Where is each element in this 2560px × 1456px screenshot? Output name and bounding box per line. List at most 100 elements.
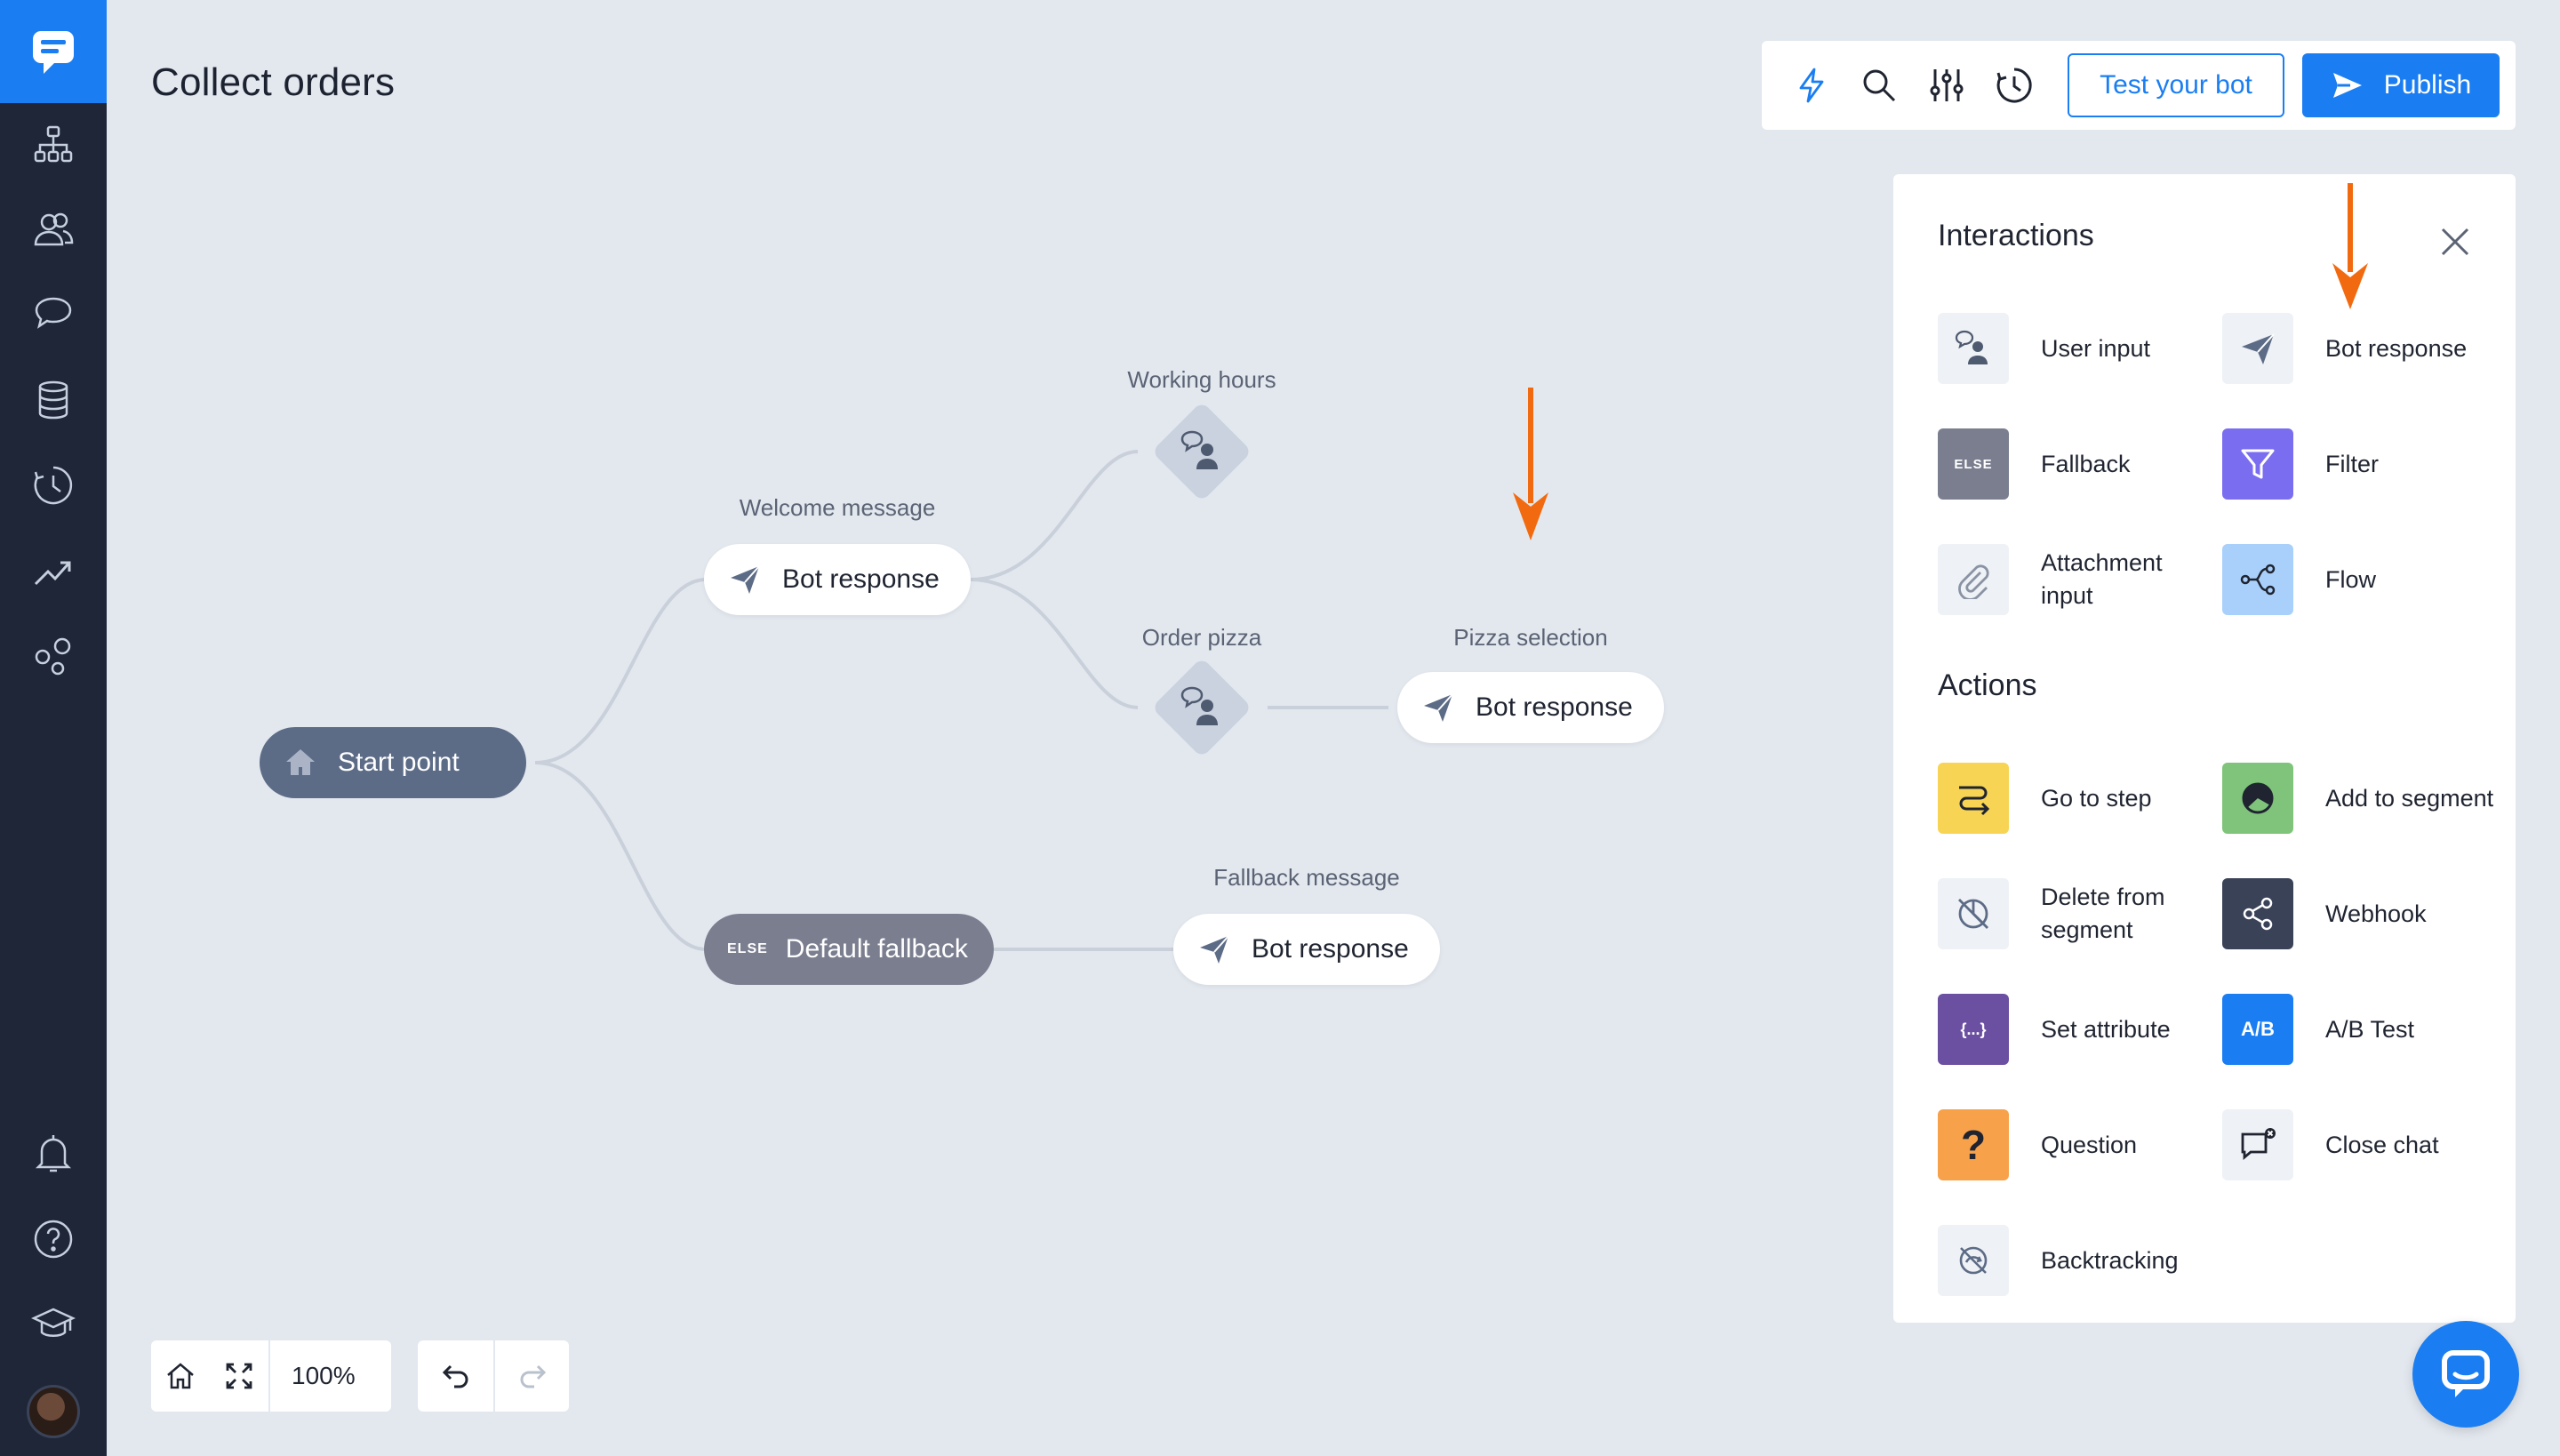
flow-canvas[interactable]: Start point Welcome message Bot response…	[107, 0, 1884, 1456]
avatar[interactable]	[27, 1385, 80, 1438]
flow-label: Flow	[2325, 565, 2377, 593]
backtracking-icon	[1938, 1225, 2009, 1296]
zoom-level[interactable]: 100%	[268, 1340, 377, 1412]
send-icon	[727, 562, 763, 597]
stories-icon[interactable]	[0, 108, 107, 180]
send-icon	[2222, 313, 2293, 384]
history-icon[interactable]	[0, 450, 107, 521]
test-bot-button[interactable]: Test your bot	[2068, 53, 2284, 117]
sidebar	[0, 0, 107, 1456]
start-point-node[interactable]: Start point	[260, 727, 526, 798]
question-tag: ?	[1960, 1122, 1987, 1168]
question-icon: ?	[1938, 1109, 2009, 1180]
else-icon: ELSE	[1938, 428, 2009, 500]
fallback-bot-response-node[interactable]: Bot response	[1173, 914, 1440, 985]
home-view-icon[interactable]	[151, 1340, 210, 1412]
user-input-icon	[1175, 425, 1228, 478]
bot-response-label: Bot response	[1476, 692, 1633, 722]
action-delete-from-segment[interactable]: Delete from segment	[1938, 878, 2222, 949]
annotation-arrow-icon	[2332, 183, 2368, 309]
go-to-step-label: Go to step	[2041, 784, 2152, 812]
pizza-selection-title: Pizza selection	[1453, 624, 1608, 651]
else-tag: ELSE	[1954, 456, 1993, 472]
welcome-bot-response-node[interactable]: Bot response	[704, 544, 971, 615]
segment-icon	[2222, 763, 2293, 834]
interaction-flow[interactable]: Flow	[2222, 544, 2507, 615]
action-go-to-step[interactable]: Go to step	[1938, 763, 2222, 834]
goto-icon	[1938, 763, 2009, 834]
pizza-selection-bot-response-node[interactable]: Bot response	[1397, 672, 1664, 743]
action-question[interactable]: ? Question	[1938, 1109, 2222, 1180]
academy-icon[interactable]	[0, 1289, 107, 1360]
interactions-title: Interactions	[1938, 219, 2094, 252]
audience-icon[interactable]	[0, 194, 107, 265]
bot-response-label: Bot response	[2325, 334, 2468, 362]
action-ab-test[interactable]: A/B A/B Test	[2222, 994, 2507, 1065]
close-icon[interactable]	[2436, 222, 2475, 261]
backtracking-label: Backtracking	[2041, 1246, 2179, 1274]
fallback-message-title: Fallback message	[1213, 864, 1400, 891]
interaction-filter[interactable]: Filter	[2222, 428, 2507, 500]
delete-from-segment-label: Delete from segment	[2041, 884, 2165, 943]
flow-icon	[2222, 544, 2293, 615]
user-input-icon	[1175, 681, 1228, 734]
send-icon	[2332, 73, 2362, 98]
close-chat-label: Close chat	[2325, 1131, 2439, 1158]
delete-segment-icon	[1938, 878, 2009, 949]
interaction-fallback[interactable]: ELSE Fallback	[1938, 428, 2222, 500]
app-logo-icon[interactable]	[0, 0, 107, 103]
bot-response-label: Bot response	[782, 564, 940, 594]
publish-button[interactable]: Publish	[2302, 53, 2500, 117]
ab-test-tag: A/B	[2241, 1018, 2275, 1040]
attachment-input-label: Attachment input	[2041, 549, 2163, 609]
add-to-segment-label: Add to segment	[2325, 784, 2494, 812]
interaction-user-input[interactable]: User input	[1938, 313, 2222, 384]
integrations-icon[interactable]	[0, 620, 107, 692]
action-add-to-segment[interactable]: Add to segment	[2222, 763, 2507, 834]
webhook-label: Webhook	[2325, 900, 2427, 927]
paperclip-icon	[1938, 544, 2009, 615]
user-input-icon	[1938, 313, 2009, 384]
webhook-icon	[2222, 878, 2293, 949]
action-close-chat[interactable]: Close chat	[2222, 1109, 2507, 1180]
redo-icon[interactable]	[493, 1340, 569, 1412]
chats-icon[interactable]	[0, 279, 107, 350]
action-backtracking[interactable]: Backtracking	[1938, 1225, 2222, 1296]
else-icon: ELSE	[727, 941, 768, 956]
notifications-icon[interactable]	[0, 1118, 107, 1189]
interaction-bot-response[interactable]: Bot response	[2222, 313, 2507, 384]
actions-title: Actions	[1938, 668, 2037, 702]
interaction-attachment-input[interactable]: Attachment input	[1938, 544, 2222, 615]
action-set-attribute[interactable]: {...} Set attribute	[1938, 994, 2222, 1065]
chat-widget-button[interactable]	[2412, 1321, 2519, 1428]
reports-icon[interactable]	[0, 535, 107, 606]
data-icon[interactable]	[0, 364, 107, 436]
start-point-label: Start point	[338, 748, 460, 777]
chat-icon	[2442, 1350, 2490, 1397]
set-attribute-label: Set attribute	[2041, 1015, 2171, 1043]
ab-test-icon: A/B	[2222, 994, 2293, 1065]
attribute-tag: {...}	[1960, 1020, 1987, 1038]
attribute-icon: {...}	[1938, 994, 2009, 1065]
filter-icon	[2222, 428, 2293, 500]
welcome-message-title: Welcome message	[739, 494, 936, 521]
send-icon	[1420, 690, 1456, 725]
bot-response-label: Bot response	[1252, 934, 1409, 964]
fit-screen-icon[interactable]	[210, 1340, 268, 1412]
default-fallback-node[interactable]: ELSE Default fallback	[704, 914, 994, 985]
history-icon[interactable]	[1993, 64, 2036, 107]
working-hours-title: Working hours	[1127, 366, 1276, 393]
question-label: Question	[2041, 1131, 2138, 1158]
close-chat-icon	[2222, 1109, 2293, 1180]
fallback-label: Fallback	[2041, 450, 2131, 477]
history-controls	[418, 1340, 569, 1412]
default-fallback-label: Default fallback	[785, 934, 968, 964]
settings-sliders-icon[interactable]	[1925, 64, 1968, 107]
undo-icon[interactable]	[418, 1340, 493, 1412]
help-icon[interactable]	[0, 1204, 107, 1275]
user-input-label: User input	[2041, 334, 2151, 362]
canvas-view-controls: 100%	[151, 1340, 391, 1412]
publish-label: Publish	[2383, 70, 2472, 100]
action-webhook[interactable]: Webhook	[2222, 878, 2507, 949]
ab-test-label: A/B Test	[2325, 1015, 2415, 1043]
